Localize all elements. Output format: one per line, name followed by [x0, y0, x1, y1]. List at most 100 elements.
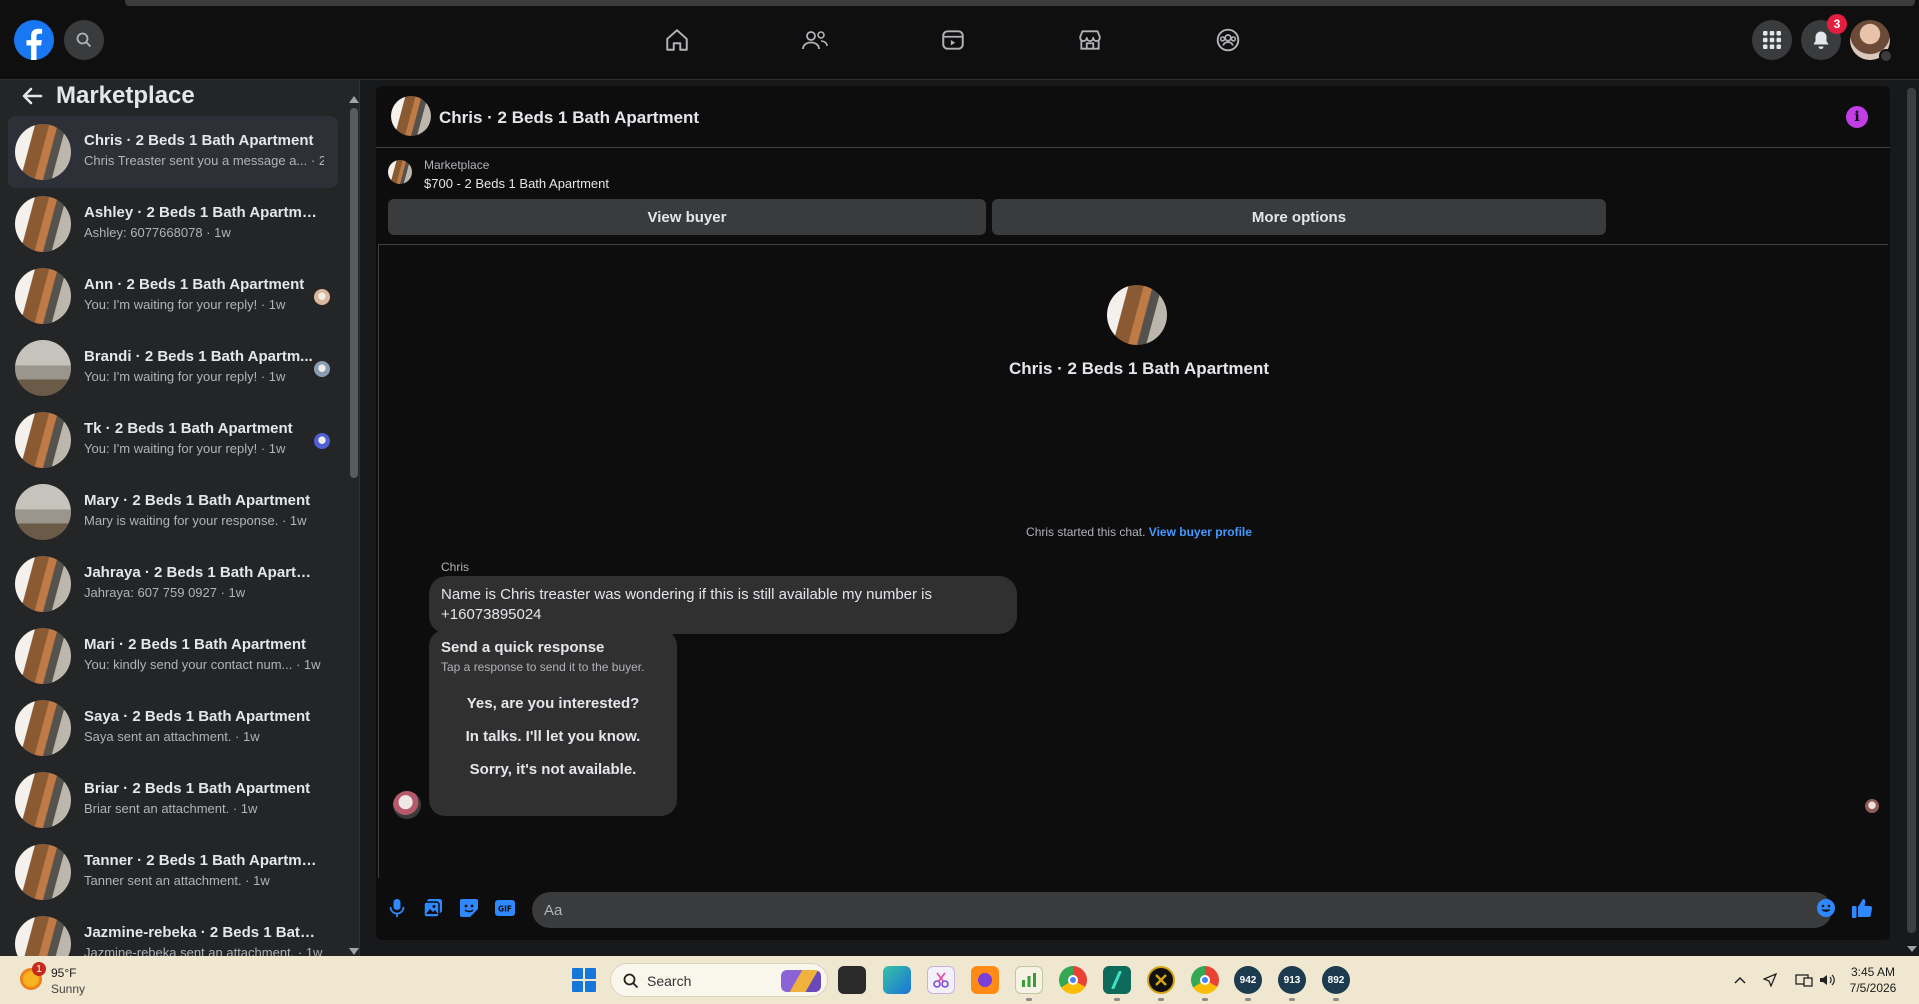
chat-title[interactable]: Chris · 2 Beds 1 Bath Apartment [439, 108, 699, 128]
notifications-button[interactable]: 3 [1801, 14, 1847, 60]
running-indicator [1245, 998, 1251, 1001]
quick-response-subtitle: Tap a response to send it to the buyer. [441, 660, 645, 674]
app-badge-label: 913 [1283, 974, 1301, 986]
app-badge-913[interactable]: 913 [1278, 966, 1306, 994]
conversation-thumbnail [15, 556, 71, 612]
conversation-item[interactable]: Ann · 2 Beds 1 Bath Apartment You: I'm wa… [8, 260, 338, 332]
sidebar-title: Marketplace [56, 82, 195, 109]
conversation-item[interactable]: Mari · 2 Beds 1 Bath Apartment You: kindl… [8, 620, 338, 692]
chevron-up-icon[interactable] [1730, 970, 1750, 990]
conversation-item[interactable]: Jazmine-rebeka · 2 Beds 1 Bath ... Jazmin… [8, 908, 338, 956]
xbox-style-app-icon[interactable] [1147, 966, 1175, 994]
system-clock[interactable]: 3:45 AM 7/5/2026 [1840, 964, 1906, 996]
chrome-icon[interactable] [1059, 966, 1087, 994]
menu-button[interactable] [1752, 20, 1792, 60]
scroll-down-arrow-icon[interactable] [1907, 946, 1917, 952]
conversation-preview: You: kindly send your contact num... · 1… [84, 657, 321, 672]
svg-text:GIF: GIF [498, 905, 512, 914]
watch-icon[interactable] [933, 20, 973, 60]
conversation-thumbnail [15, 412, 71, 468]
search-button[interactable] [64, 20, 104, 60]
page-scrollbar[interactable] [1904, 80, 1919, 956]
running-indicator [1114, 998, 1120, 1001]
buyer-avatar[interactable] [1107, 285, 1167, 345]
conversation-item[interactable]: Tanner · 2 Beds 1 Bath Apartment Tanner s… [8, 836, 338, 908]
weather-condition: Sunny [51, 982, 86, 996]
scroll-up-arrow-icon[interactable] [349, 96, 359, 103]
conversation-thumbnail [15, 268, 71, 324]
microphone-icon[interactable] [385, 896, 409, 920]
conversation-preview: Ashley: 6077668078 · 1w [84, 225, 231, 240]
scroll-down-arrow-icon[interactable] [349, 948, 359, 955]
location-arrow-icon[interactable] [1760, 970, 1780, 990]
spreadsheet-app-icon[interactable] [1015, 966, 1043, 994]
message-composer: GIF [376, 878, 1890, 940]
taskbar-search-label: Search [647, 973, 692, 989]
sticker-icon[interactable] [457, 896, 481, 920]
sender-avatar [393, 791, 421, 819]
quick-response-option-interested[interactable]: Yes, are you interested? [429, 695, 677, 712]
app-badge-label: 942 [1239, 974, 1257, 986]
bell-icon [1813, 31, 1829, 49]
conversation-thumbnail [15, 916, 71, 956]
conversation-item[interactable]: Chris · 2 Beds 1 Bath Apartment Chris Tre… [8, 116, 338, 188]
facebook-logo[interactable] [14, 20, 54, 60]
groups-icon[interactable] [1208, 20, 1248, 60]
friends-icon[interactable] [795, 20, 835, 60]
taskbar-search[interactable]: Search [610, 963, 828, 997]
message-thread: Chris · 2 Beds 1 Bath Apartment Chris st… [378, 244, 1888, 878]
sidebar-scrollbar[interactable] [346, 96, 359, 956]
chat-started-notice: Chris started this chat. View buyer prof… [379, 525, 1890, 539]
conversation-item[interactable]: Jahraya · 2 Beds 1 Bath Apartment Jahraya… [8, 548, 338, 620]
photo-icon[interactable] [421, 896, 445, 920]
conversation-item[interactable]: Briar · 2 Beds 1 Bath Apartment Briar sen… [8, 764, 338, 836]
conversation-item[interactable]: Brandi · 2 Beds 1 Bath Apartm... You: I'm… [8, 332, 338, 404]
quick-response-option-not-available[interactable]: Sorry, it's not available. [429, 761, 677, 778]
chrome-profile-icon[interactable] [1191, 966, 1219, 994]
info-icon[interactable]: i [1846, 106, 1868, 128]
running-indicator [1333, 998, 1339, 1001]
conversation-thumbnail [15, 844, 71, 900]
conversation-name: Ashley · 2 Beds 1 Bath Apartment [84, 204, 324, 221]
network-icon[interactable] [1794, 970, 1814, 990]
windows-start-icon[interactable] [572, 968, 596, 992]
gif-icon[interactable]: GIF [493, 896, 517, 920]
conversation-item[interactable]: Saya · 2 Beds 1 Bath Apartment Saya sent … [8, 692, 338, 764]
conversation-thumbnail [15, 196, 71, 252]
conversation-name: Ann · 2 Beds 1 Bath Apartment [84, 276, 305, 293]
snipping-tool-icon[interactable] [927, 966, 955, 994]
task-view-icon[interactable] [838, 966, 866, 994]
conversation-name: Jazmine-rebeka · 2 Beds 1 Bath ... [84, 924, 324, 941]
edge-browser-icon[interactable] [883, 966, 911, 994]
conversation-item[interactable]: Mary · 2 Beds 1 Bath Apartment Mary is wa… [8, 476, 338, 548]
search-icon [76, 32, 92, 48]
more-options-button[interactable]: More options [992, 199, 1606, 235]
conversation-item[interactable]: Ashley · 2 Beds 1 Bath Apartment Ashley: … [8, 188, 338, 260]
browser-tab-strip [125, 0, 1915, 6]
app-badge-892[interactable]: 892 [1322, 966, 1350, 994]
conversation-item[interactable]: Tk · 2 Beds 1 Bath Apartment You: I'm wai… [8, 404, 338, 476]
page-scrollbar-thumb[interactable] [1907, 88, 1916, 933]
app-badge-942[interactable]: 942 [1234, 966, 1262, 994]
home-icon[interactable] [657, 20, 697, 60]
volume-icon[interactable] [1817, 970, 1837, 990]
account-avatar[interactable] [1850, 20, 1893, 63]
emoji-icon[interactable] [1814, 896, 1838, 920]
scrollbar-thumb[interactable] [350, 108, 358, 478]
view-buyer-button[interactable]: View buyer [388, 199, 986, 235]
firefox-icon[interactable] [971, 966, 999, 994]
seen-avatar [314, 361, 330, 377]
conversation-preview: Briar sent an attachment. · 1w [84, 801, 258, 816]
conversation-name: Jahraya · 2 Beds 1 Bath Apartment [84, 564, 324, 581]
message-input[interactable] [532, 892, 1832, 928]
marketplace-icon[interactable] [1070, 20, 1110, 60]
view-buyer-profile-link[interactable]: View buyer profile [1149, 525, 1252, 539]
green-app-icon[interactable] [1103, 966, 1131, 994]
conversation-thumbnail[interactable] [391, 96, 431, 136]
back-arrow-icon[interactable] [18, 82, 46, 110]
thumbs-up-icon[interactable] [1850, 896, 1874, 920]
conversation-preview: You: I'm waiting for your reply! · 1w [84, 369, 286, 384]
quick-response-option-in-talks[interactable]: In talks. I'll let you know. [429, 728, 677, 745]
chat-started-text: Chris started this chat. [1026, 525, 1146, 539]
listing-summary[interactable]: Marketplace $700 - 2 Beds 1 Bath Apartme… [388, 156, 1088, 192]
